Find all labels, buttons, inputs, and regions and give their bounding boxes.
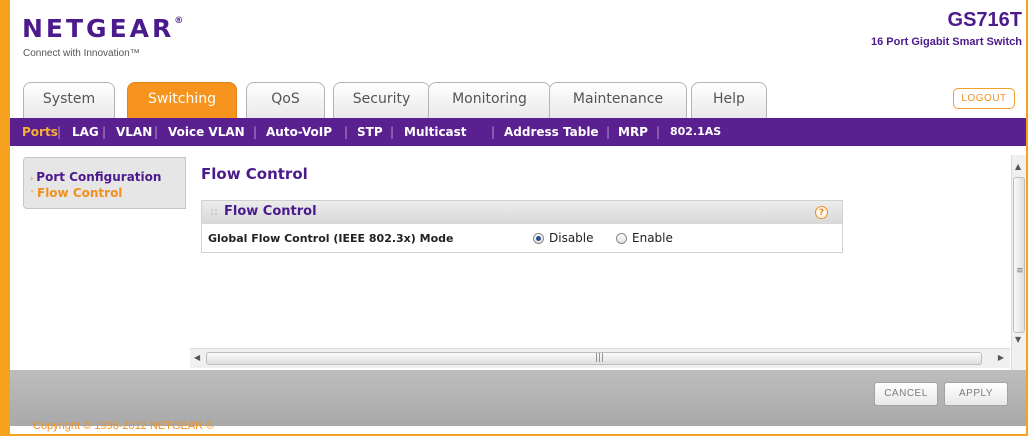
tab-switching[interactable]: Switching bbox=[127, 82, 237, 120]
panel-title: :: Flow Control bbox=[210, 204, 317, 219]
sidebar-item-port-configuration[interactable]: › Port Configuration bbox=[30, 170, 161, 184]
disable-radio[interactable] bbox=[533, 232, 544, 244]
disable-radio-label: Disable bbox=[549, 231, 594, 245]
enable-radio[interactable] bbox=[616, 232, 627, 244]
tab-maintenance[interactable]: Maintenance bbox=[549, 82, 687, 118]
enable-radio-option[interactable]: Enable bbox=[616, 231, 673, 245]
tab-help[interactable]: Help bbox=[691, 82, 767, 118]
enable-radio-label: Enable bbox=[632, 231, 673, 245]
apply-button[interactable]: APPLY bbox=[944, 382, 1008, 406]
subnav-auto-voip[interactable]: Auto-VoIP bbox=[266, 118, 332, 146]
chevron-down-icon: ˅ bbox=[30, 190, 34, 199]
panel-title-text: Flow Control bbox=[224, 204, 317, 219]
logout-button[interactable]: LOGOUT bbox=[953, 88, 1015, 109]
sub-navigation: Ports | LAG | VLAN | Voice VLAN | Auto-V… bbox=[10, 118, 1026, 146]
subnav-multicast[interactable]: Multicast bbox=[404, 118, 467, 146]
brand-tagline: Connect with Innovation™ bbox=[23, 48, 140, 59]
subnav-voice-vlan[interactable]: Voice VLAN bbox=[168, 118, 245, 146]
horizontal-scroll-thumb[interactable]: ||| bbox=[206, 352, 982, 365]
action-bar: CANCEL APPLY bbox=[10, 370, 1026, 426]
subnav-802-1as[interactable]: 802.1AS bbox=[670, 118, 721, 146]
subnav-separator: | bbox=[491, 125, 496, 139]
subnav-address-table[interactable]: Address Table bbox=[504, 118, 599, 146]
subnav-mrp[interactable]: MRP bbox=[618, 118, 648, 146]
chevron-right-icon: › bbox=[30, 174, 34, 183]
subnav-stp[interactable]: STP bbox=[357, 118, 383, 146]
model-description: 16 Port Gigabit Smart Switch bbox=[871, 36, 1022, 48]
horizontal-scrollbar[interactable]: ◀ ||| ▶ bbox=[190, 348, 1010, 368]
sidebar-item-label: Port Configuration bbox=[36, 170, 162, 184]
copyright-text: Copyright © 1996-2012 NETGEAR ® bbox=[33, 420, 215, 432]
tab-security[interactable]: Security bbox=[333, 82, 430, 118]
scroll-down-arrow-icon[interactable]: ▼ bbox=[1015, 335, 1021, 344]
panel-header: :: Flow Control ? bbox=[202, 201, 842, 224]
subnav-lag[interactable]: LAG bbox=[72, 118, 99, 146]
vertical-scroll-thumb[interactable]: ≡ bbox=[1013, 177, 1025, 333]
vertical-scrollbar[interactable]: ▲ ≡ ▼ bbox=[1011, 155, 1026, 370]
grip-icon: ≡ bbox=[1016, 266, 1024, 276]
flow-control-panel: :: Flow Control ? Global Flow Control (IE… bbox=[201, 200, 843, 253]
drag-handle-icon: :: bbox=[210, 207, 218, 218]
tab-monitoring[interactable]: Monitoring bbox=[428, 82, 551, 118]
model-name: GS716T bbox=[947, 9, 1022, 31]
subnav-ports[interactable]: Ports bbox=[22, 118, 58, 146]
disable-radio-option[interactable]: Disable bbox=[533, 231, 594, 245]
subnav-separator: | bbox=[656, 125, 661, 139]
tab-qos[interactable]: QoS bbox=[246, 82, 325, 118]
cancel-button[interactable]: CANCEL bbox=[874, 382, 938, 406]
subnav-separator: | bbox=[390, 125, 395, 139]
scroll-right-arrow-icon[interactable]: ▶ bbox=[998, 353, 1004, 362]
sidebar-item-label: Flow Control bbox=[37, 186, 123, 200]
flow-control-mode-label: Global Flow Control (IEEE 802.3x) Mode bbox=[208, 232, 454, 245]
sidebar-item-flow-control[interactable]: ˅ Flow Control bbox=[30, 186, 122, 200]
netgear-logo: NETGEAR® bbox=[22, 14, 184, 43]
left-sidebar: › Port Configuration ˅ Flow Control bbox=[23, 157, 186, 209]
subnav-separator: | bbox=[253, 125, 258, 139]
tab-system[interactable]: System bbox=[23, 82, 115, 118]
page-title: Flow Control bbox=[201, 165, 308, 183]
subnav-vlan[interactable]: VLAN bbox=[116, 118, 152, 146]
subnav-separator: | bbox=[154, 125, 159, 139]
subnav-separator: | bbox=[606, 125, 611, 139]
subnav-separator: | bbox=[344, 125, 349, 139]
scroll-up-arrow-icon[interactable]: ▲ bbox=[1015, 162, 1021, 171]
subnav-separator: | bbox=[102, 125, 107, 139]
scroll-left-arrow-icon[interactable]: ◀ bbox=[194, 353, 200, 362]
subnav-separator: | bbox=[57, 125, 62, 139]
help-icon[interactable]: ? bbox=[815, 206, 828, 219]
grip-icon: ||| bbox=[595, 353, 605, 363]
